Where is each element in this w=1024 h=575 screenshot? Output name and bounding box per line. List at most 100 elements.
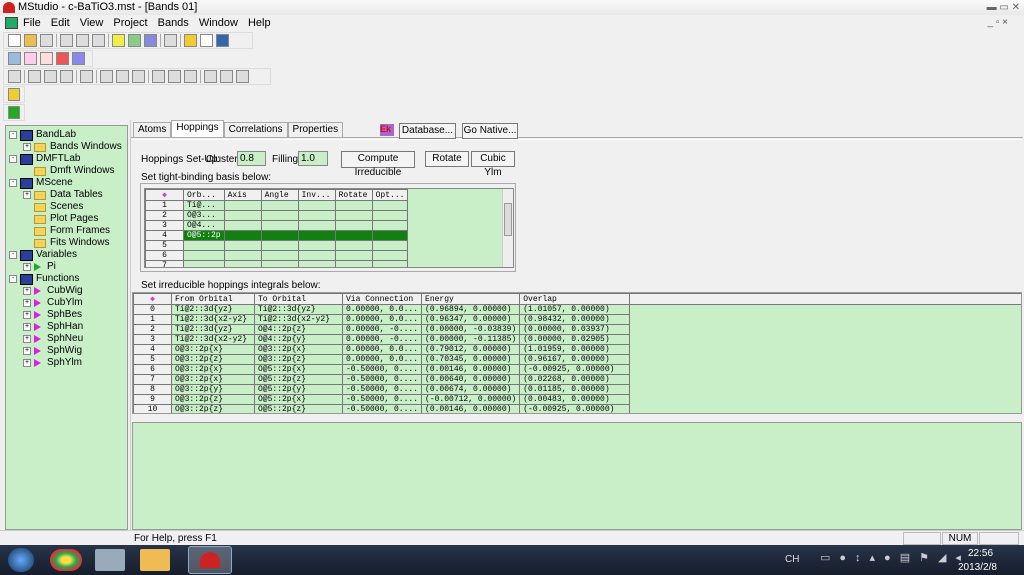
- grid-cell[interactable]: (0.79012, 0.00000): [421, 344, 521, 355]
- table-row[interactable]: 5: [145, 240, 409, 251]
- row-number[interactable]: 1: [133, 314, 172, 325]
- grid-cell[interactable]: (0.00000, -0.03839): [421, 324, 521, 335]
- explorer-icon[interactable]: [140, 549, 170, 571]
- row-number[interactable]: 4: [133, 344, 172, 355]
- grid-cell[interactable]: O@4::2p{y}: [254, 334, 343, 345]
- tree-item[interactable]: - DMFTLab: [6, 153, 127, 165]
- grid-cell[interactable]: [260, 220, 299, 231]
- fill-icon[interactable]: [116, 70, 129, 83]
- grid-cell[interactable]: [223, 250, 262, 261]
- grid-cell[interactable]: O@5::2p{y}: [254, 384, 343, 395]
- grid-cell[interactable]: (0.00674, 0.00000): [421, 384, 521, 395]
- row-number[interactable]: 4: [145, 230, 184, 241]
- tree-item[interactable]: Dmft Windows: [6, 165, 127, 177]
- grid-cell[interactable]: -0.50000, 0....: [341, 374, 423, 385]
- grid-cell[interactable]: [260, 240, 299, 251]
- start-button[interactable]: [8, 548, 34, 572]
- app-taskbar-icon[interactable]: [95, 549, 125, 571]
- row-number[interactable]: 3: [133, 334, 172, 345]
- table-row[interactable]: 6 O@3::2p{x} O@5::2p{x} -0.50000, 0.... (0.0…: [133, 364, 1021, 375]
- grid-cell[interactable]: -0.50000, 0....: [341, 404, 423, 413]
- grid-cell[interactable]: [223, 260, 262, 267]
- grid-cell[interactable]: [223, 230, 262, 241]
- basis-scrollbar[interactable]: [502, 189, 513, 267]
- grid-cell[interactable]: [223, 200, 262, 211]
- grid-cell[interactable]: [297, 220, 336, 231]
- grid-cell[interactable]: (0.98432, 0.00000): [519, 314, 631, 325]
- table-row[interactable]: 10 O@3::2p{z} O@5::2p{z} -0.50000, 0.... (0.…: [133, 404, 1021, 413]
- row-number[interactable]: 2: [133, 324, 172, 335]
- expand-icon[interactable]: +: [23, 191, 31, 199]
- paste-icon[interactable]: [92, 34, 105, 47]
- expand-icon[interactable]: +: [23, 335, 31, 343]
- shape2-icon[interactable]: [44, 70, 57, 83]
- grid-cell[interactable]: (0.01185, 0.00000): [519, 384, 631, 395]
- grid-cell[interactable]: 0.00000, 0.0...: [341, 354, 423, 365]
- tree-item[interactable]: Plot Pages: [6, 213, 127, 225]
- grid-cell[interactable]: [334, 210, 373, 221]
- dmft-icon[interactable]: [8, 106, 20, 119]
- grid-cell[interactable]: Ti@2::3d{yz}: [254, 304, 343, 315]
- cluster-input[interactable]: 0.8: [237, 151, 266, 166]
- table-row[interactable]: 2 Ti@2::3d{yz} O@4::2p{z} 0.00000, -0.... (0…: [133, 324, 1021, 335]
- tree-item[interactable]: + Pi: [6, 261, 127, 273]
- grid-cell[interactable]: [223, 210, 262, 221]
- tab-correlations[interactable]: Correlations: [223, 122, 288, 137]
- grid-cell[interactable]: (0.96347, 0.00000): [421, 314, 521, 325]
- grid-cell[interactable]: 0.00000, 0.0...: [341, 314, 423, 325]
- clock-time[interactable]: 22:56: [968, 548, 993, 559]
- grid-cell[interactable]: (1.01959, 0.00000): [519, 344, 631, 355]
- grid-cell[interactable]: 0.00000, -0....: [341, 334, 423, 345]
- pointer-icon[interactable]: [8, 70, 21, 83]
- grid-cell[interactable]: (0.00483, 0.00000): [519, 394, 631, 405]
- tray-icons[interactable]: ▭●↕▴●▤⚑◢◂: [820, 551, 970, 564]
- tree-item[interactable]: + SphWig: [6, 345, 127, 357]
- grid-cell[interactable]: Ti@2::3d{x2-y2}: [171, 314, 255, 325]
- grid-cell[interactable]: [371, 200, 409, 211]
- grid-cell[interactable]: O@3::2p{x}: [171, 344, 255, 355]
- grid-corner[interactable]: ◆: [145, 189, 184, 201]
- grid-cell[interactable]: (0.00640, 0.00000): [421, 374, 521, 385]
- tree-item[interactable]: + CubWig: [6, 285, 127, 297]
- variable-icon[interactable]: [112, 34, 125, 47]
- tree-item[interactable]: + SphBes: [6, 309, 127, 321]
- collapse-icon[interactable]: -: [9, 275, 17, 283]
- shape3-icon[interactable]: [60, 70, 73, 83]
- row-number[interactable]: 10: [133, 404, 172, 413]
- scene-icon[interactable]: [24, 52, 37, 65]
- expand-icon[interactable]: +: [23, 263, 31, 271]
- tab-hoppings[interactable]: Hoppings: [171, 120, 224, 137]
- grid-cell[interactable]: (0.96167, 0.00000): [519, 354, 631, 365]
- collapse-icon[interactable]: -: [9, 155, 17, 163]
- grid-cell[interactable]: [297, 230, 336, 241]
- mdi-controls[interactable]: _ ▫ ×: [987, 15, 1008, 31]
- table-row[interactable]: 6: [145, 250, 409, 261]
- grid-cell[interactable]: (0.00146, 0.00000): [421, 404, 521, 413]
- grid-cell[interactable]: (0.00146, 0.00000): [421, 364, 521, 375]
- grid-cell[interactable]: [334, 220, 373, 231]
- row-number[interactable]: 7: [145, 260, 184, 267]
- tab-atoms[interactable]: Atoms: [133, 122, 172, 137]
- grid-cell[interactable]: 0.00000, -0....: [341, 324, 423, 335]
- new-icon[interactable]: [8, 34, 21, 47]
- expand-icon[interactable]: +: [23, 311, 31, 319]
- grid-cell[interactable]: O@5::2p{z}: [254, 404, 343, 413]
- column-header[interactable]: Overlap: [519, 293, 631, 305]
- table-row[interactable]: 7 O@3::2p{x} O@5::2p{z} -0.50000, 0.... (0.0…: [133, 374, 1021, 385]
- column-header[interactable]: From Orbital: [171, 293, 255, 305]
- hatch-icon[interactable]: [100, 70, 113, 83]
- table-row[interactable]: 2 O@3...: [145, 210, 409, 221]
- row-number[interactable]: 6: [133, 364, 172, 375]
- grid-cell[interactable]: O@3::2p{z}: [171, 394, 255, 405]
- tree-item[interactable]: - MScene: [6, 177, 127, 189]
- orbital-cell[interactable]: [183, 250, 225, 261]
- grid-cell[interactable]: O@5::2p{x}: [254, 394, 343, 405]
- grid-cell[interactable]: 0.00000, 0.0...: [341, 304, 423, 315]
- save-icon[interactable]: [40, 34, 53, 47]
- output-area[interactable]: [132, 422, 1022, 530]
- table-row[interactable]: 8 O@3::2p{y} O@5::2p{y} -0.50000, 0.... (0.0…: [133, 384, 1021, 395]
- tree-item[interactable]: Scenes: [6, 201, 127, 213]
- grid-cell[interactable]: O@3::2p{x}: [254, 344, 343, 355]
- orbital-cell[interactable]: O@3...: [183, 210, 225, 221]
- go-native-button[interactable]: Go Native...: [462, 123, 518, 139]
